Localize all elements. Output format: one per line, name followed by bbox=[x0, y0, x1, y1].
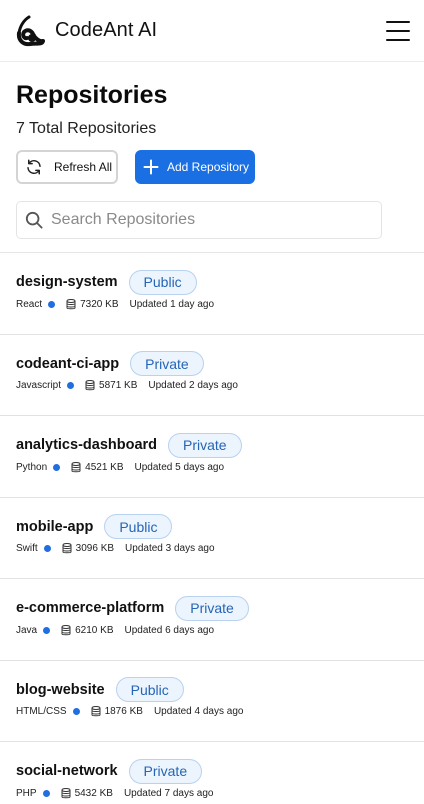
repository-language: Javascript bbox=[16, 380, 62, 391]
repository-updated: Updated 1 day ago bbox=[129, 298, 215, 310]
refresh-all-label: Refresh All bbox=[54, 160, 113, 174]
language-dot-icon bbox=[72, 708, 80, 715]
repository-size: 5871 KB bbox=[99, 380, 138, 391]
language-dot-icon bbox=[43, 545, 51, 552]
repository-name: mobile-app bbox=[16, 518, 94, 535]
repository-name: design-system bbox=[16, 274, 118, 290]
repository-language: Python bbox=[16, 461, 48, 473]
repository-language: HTML/CSS bbox=[16, 706, 67, 717]
repository-updated: Updated 3 days ago bbox=[125, 543, 215, 554]
hamburger-menu-icon[interactable] bbox=[386, 20, 410, 41]
database-icon bbox=[66, 298, 76, 309]
add-repository-button[interactable]: Add Repository bbox=[135, 150, 255, 184]
visibility-badge: Public bbox=[104, 514, 173, 539]
visibility-badge: Public bbox=[128, 269, 197, 295]
page-header: Repositories 7 Total Repositories Refres… bbox=[0, 62, 424, 184]
repository-size: 5432 KB bbox=[74, 787, 113, 799]
repository-updated: Updated 5 days ago bbox=[134, 461, 225, 473]
repository-name: blog-website bbox=[16, 681, 105, 698]
plus-icon bbox=[143, 159, 159, 175]
repository-size: 4521 KB bbox=[85, 461, 124, 473]
repository-language: Swift bbox=[16, 543, 38, 554]
repository-updated: Updated 4 days ago bbox=[153, 706, 244, 717]
refresh-icon bbox=[27, 159, 41, 175]
database-icon bbox=[71, 461, 81, 472]
visibility-badge: Public bbox=[115, 677, 184, 702]
database-icon bbox=[85, 380, 95, 391]
database-icon bbox=[62, 543, 72, 554]
visibility-badge: Private bbox=[130, 351, 204, 376]
search-box[interactable] bbox=[16, 201, 382, 239]
repository-size: 7320 KB bbox=[80, 298, 119, 310]
language-dot-icon bbox=[53, 463, 61, 471]
repository-language: PHP bbox=[16, 787, 37, 799]
repository-row[interactable]: analytics-dashboard Private Python 4521 … bbox=[0, 416, 424, 498]
language-dot-icon bbox=[67, 382, 75, 389]
repository-updated: Updated 2 days ago bbox=[148, 380, 238, 391]
database-icon bbox=[91, 706, 101, 717]
add-repository-label: Add Repository bbox=[167, 160, 250, 174]
repository-size: 1876 KB bbox=[104, 706, 143, 717]
top-bar: CodeAnt AI bbox=[0, 0, 424, 62]
search-input[interactable] bbox=[51, 211, 361, 229]
action-bar: Refresh All Add Repository bbox=[16, 150, 408, 184]
app-name: CodeAnt AI bbox=[55, 19, 158, 41]
repository-row[interactable]: design-system Public React 7320 KB Updat… bbox=[0, 253, 424, 335]
repository-row[interactable]: e-commerce-platform Private Java 6210 KB… bbox=[0, 579, 424, 661]
database-icon bbox=[61, 624, 71, 635]
brand[interactable]: CodeAnt AI bbox=[15, 14, 157, 48]
repository-name: codeant-ci-app bbox=[16, 355, 120, 372]
repository-updated: Updated 6 days ago bbox=[124, 624, 215, 636]
repository-name: social-network bbox=[16, 763, 118, 779]
language-dot-icon bbox=[43, 626, 51, 634]
repository-updated: Updated 7 days ago bbox=[123, 787, 214, 799]
language-dot-icon bbox=[42, 789, 50, 797]
language-dot-icon bbox=[48, 300, 56, 308]
repository-language: React bbox=[16, 298, 43, 310]
repository-language: Java bbox=[16, 624, 38, 636]
repository-row[interactable]: social-network Private PHP 5432 KB Updat… bbox=[0, 742, 424, 804]
repository-name: analytics-dashboard bbox=[16, 437, 158, 453]
repository-row[interactable]: codeant-ci-app Private Javascript 5871 K… bbox=[0, 335, 424, 416]
refresh-all-button[interactable]: Refresh All bbox=[16, 150, 118, 184]
repository-row[interactable]: blog-website Public HTML/CSS 1876 KB Upd… bbox=[0, 661, 424, 742]
repository-list: design-system Public React 7320 KB Updat… bbox=[0, 252, 424, 804]
visibility-badge: Private bbox=[128, 758, 203, 784]
repository-size: 6210 KB bbox=[75, 624, 114, 636]
repository-row[interactable]: mobile-app Public Swift 3096 KB Updated … bbox=[0, 498, 424, 579]
database-icon bbox=[61, 787, 71, 798]
search-icon bbox=[25, 211, 43, 229]
page-title: Repositories bbox=[16, 81, 168, 109]
repository-size: 3096 KB bbox=[75, 543, 115, 554]
total-repositories: 7 Total Repositories bbox=[16, 120, 157, 137]
visibility-badge: Private bbox=[175, 595, 249, 621]
visibility-badge: Private bbox=[168, 432, 242, 458]
codeant-logo-icon bbox=[16, 15, 45, 46]
repository-name: e-commerce-platform bbox=[16, 600, 165, 616]
